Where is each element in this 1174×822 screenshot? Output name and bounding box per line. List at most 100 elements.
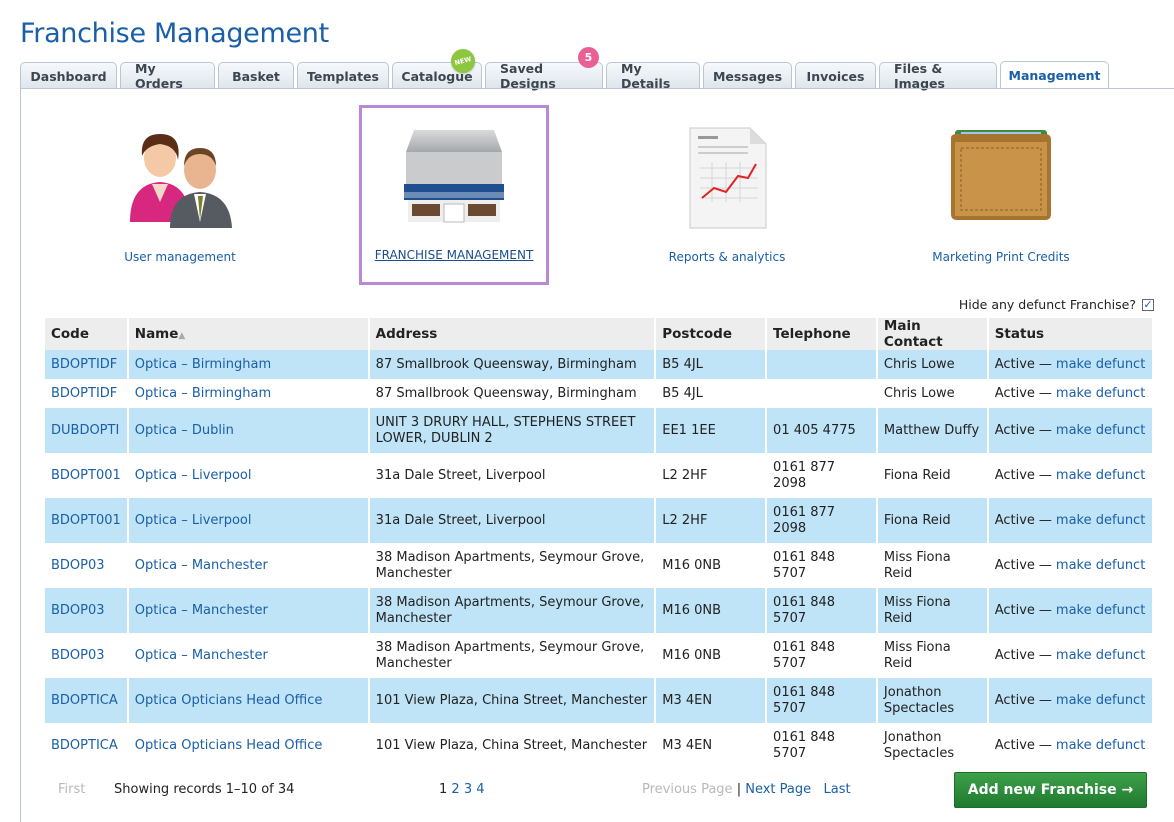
header-telephone[interactable]: Telephone xyxy=(766,318,878,350)
tile-user-management[interactable]: User management xyxy=(85,108,275,288)
cell-name[interactable]: Optica Opticians Head Office xyxy=(127,678,370,723)
hide-defunct-label: Hide any defunct Franchise? xyxy=(958,297,1136,312)
tab-saved-designs[interactable]: Saved Designs 5 xyxy=(485,47,603,91)
header-main-contact[interactable]: Main Contact xyxy=(876,318,989,350)
table-row: BDOPT001 Optica – Liverpool 31a Dale Stree… xyxy=(45,453,1155,498)
last-page-link[interactable]: Last xyxy=(824,782,851,797)
status-separator: — xyxy=(1038,737,1052,753)
cell-name[interactable]: Optica – Manchester xyxy=(127,543,370,588)
tile-reports-analytics[interactable]: Reports & analytics xyxy=(632,108,822,288)
table-row: BDOPTICA Optica Opticians Head Office 101 … xyxy=(45,678,1155,723)
tile-franchise-management[interactable]: FRANCHISE MANAGEMENT xyxy=(359,105,549,285)
make-defunct-link[interactable]: make defunct xyxy=(1056,558,1145,573)
tab-my-details[interactable]: My Details xyxy=(606,61,700,91)
make-defunct-link[interactable]: make defunct xyxy=(1056,738,1145,753)
make-defunct-link[interactable]: make defunct xyxy=(1056,423,1145,438)
cell-postcode: L2 2HF xyxy=(655,498,768,543)
status-separator: — xyxy=(1038,512,1052,528)
header-status[interactable]: Status xyxy=(987,318,1155,350)
table-row: BDOP03 Optica – Manchester 38 Madison Apar… xyxy=(45,633,1155,678)
tab-files-images[interactable]: Files & Images xyxy=(879,61,997,91)
status-separator: — xyxy=(1038,557,1052,573)
cell-postcode: B5 4JL xyxy=(655,350,768,379)
cell-status: Active — make defunct xyxy=(987,453,1155,498)
status-text: Active xyxy=(994,602,1035,618)
cell-code[interactable]: BDOPT001 xyxy=(45,498,129,543)
cell-name[interactable]: Optica – Manchester xyxy=(127,588,370,633)
cell-main-contact: Jonathon Spectacles xyxy=(876,723,989,768)
tab-invoices[interactable]: Invoices xyxy=(795,62,876,89)
cell-code[interactable]: BDOPTIDF xyxy=(45,350,129,379)
tab-basket[interactable]: Basket xyxy=(218,62,294,89)
tile-label: Reports & analytics xyxy=(668,250,786,264)
tile-marketing-print-credits[interactable]: Marketing Print Credits xyxy=(906,108,1096,288)
cell-name[interactable]: Optica – Liverpool xyxy=(127,498,370,543)
cell-code[interactable]: BDOPT001 xyxy=(45,453,129,498)
hide-defunct-checkbox[interactable]: ✓ xyxy=(1142,298,1154,311)
cell-address: 38 Madison Apartments, Seymour Grove, Ma… xyxy=(368,543,657,588)
cell-name[interactable]: Optica – Dublin xyxy=(127,408,370,453)
status-text: Active xyxy=(994,422,1035,438)
page-link-3[interactable]: 3 xyxy=(464,782,472,797)
cell-postcode: M3 4EN xyxy=(655,678,768,723)
status-separator: — xyxy=(1038,692,1052,708)
header-address[interactable]: Address xyxy=(368,318,657,350)
status-separator: — xyxy=(1038,602,1052,618)
cell-code[interactable]: BDOPTIDF xyxy=(45,379,129,408)
cell-code[interactable]: BDOP03 xyxy=(45,633,129,678)
cell-main-contact: Chris Lowe xyxy=(876,350,989,379)
status-separator: — xyxy=(1038,385,1052,401)
cell-name[interactable]: Optica – Manchester xyxy=(127,633,370,678)
cell-address: 38 Madison Apartments, Seymour Grove, Ma… xyxy=(368,633,657,678)
make-defunct-link[interactable]: make defunct xyxy=(1056,603,1145,618)
tab-dashboard[interactable]: Dashboard xyxy=(20,62,117,89)
page-link-4[interactable]: 4 xyxy=(476,782,484,797)
cell-code[interactable]: BDOP03 xyxy=(45,588,129,633)
cell-name[interactable]: Optica – Liverpool xyxy=(127,453,370,498)
make-defunct-link[interactable]: make defunct xyxy=(1056,386,1145,401)
cell-main-contact: Miss Fiona Reid xyxy=(876,588,989,633)
cell-telephone: 0161 848 5707 xyxy=(766,588,878,633)
header-postcode[interactable]: Postcode xyxy=(655,318,768,350)
tab-templates[interactable]: Templates xyxy=(297,62,389,89)
cell-telephone: 0161 848 5707 xyxy=(766,678,878,723)
tab-management[interactable]: Management xyxy=(1000,61,1109,89)
cell-main-contact: Chris Lowe xyxy=(876,379,989,408)
cell-status: Active — make defunct xyxy=(987,633,1155,678)
tab-my-orders[interactable]: My Orders xyxy=(120,61,215,91)
table-row: BDOPTIDF Optica – Birmingham 87 Smallbrook… xyxy=(45,350,1155,379)
header-name[interactable]: Name▲ xyxy=(127,318,370,350)
make-defunct-link[interactable]: make defunct xyxy=(1056,468,1145,483)
table-header-row: Code Name▲ Address Postcode Telephone Ma… xyxy=(45,318,1155,350)
pager-first: First xyxy=(58,782,86,797)
make-defunct-link[interactable]: make defunct xyxy=(1056,513,1145,528)
cell-telephone: 0161 848 5707 xyxy=(766,633,878,678)
cell-address: 87 Smallbrook Queensway, Birmingham xyxy=(368,350,657,379)
cell-code[interactable]: BDOPTICA xyxy=(45,678,129,723)
cell-code[interactable]: BDOP03 xyxy=(45,543,129,588)
cell-code[interactable]: BDOPTICA xyxy=(45,723,129,768)
cell-telephone: 0161 848 5707 xyxy=(766,723,878,768)
make-defunct-link[interactable]: make defunct xyxy=(1056,648,1145,663)
add-new-franchise-button[interactable]: Add new Franchise → xyxy=(954,772,1147,808)
status-separator: — xyxy=(1038,647,1052,663)
cell-telephone: 0161 877 2098 xyxy=(766,498,878,543)
page-numbers: 1 2 3 4 xyxy=(439,782,485,797)
make-defunct-link[interactable]: make defunct xyxy=(1056,693,1145,708)
page-link-2[interactable]: 2 xyxy=(451,782,459,797)
tab-catalogue[interactable]: Catalogue NEW xyxy=(392,46,482,89)
header-code[interactable]: Code xyxy=(45,318,129,350)
cell-name[interactable]: Optica – Birmingham xyxy=(127,379,370,408)
make-defunct-link[interactable]: make defunct xyxy=(1056,357,1145,372)
next-page-link[interactable]: Next Page xyxy=(745,782,811,797)
pager-separator: | xyxy=(736,782,742,797)
cell-code[interactable]: DUBDOPTI xyxy=(45,408,129,453)
tab-messages[interactable]: Messages xyxy=(703,62,792,89)
cell-main-contact: Miss Fiona Reid xyxy=(876,543,989,588)
saved-designs-count-badge: 5 xyxy=(578,47,599,68)
cell-status: Active — make defunct xyxy=(987,498,1155,543)
hide-defunct-filter: Hide any defunct Franchise? ✓ xyxy=(959,297,1154,312)
cell-name[interactable]: Optica Opticians Head Office xyxy=(127,723,370,768)
cell-name[interactable]: Optica – Birmingham xyxy=(127,350,370,379)
cell-postcode: B5 4JL xyxy=(655,379,768,408)
